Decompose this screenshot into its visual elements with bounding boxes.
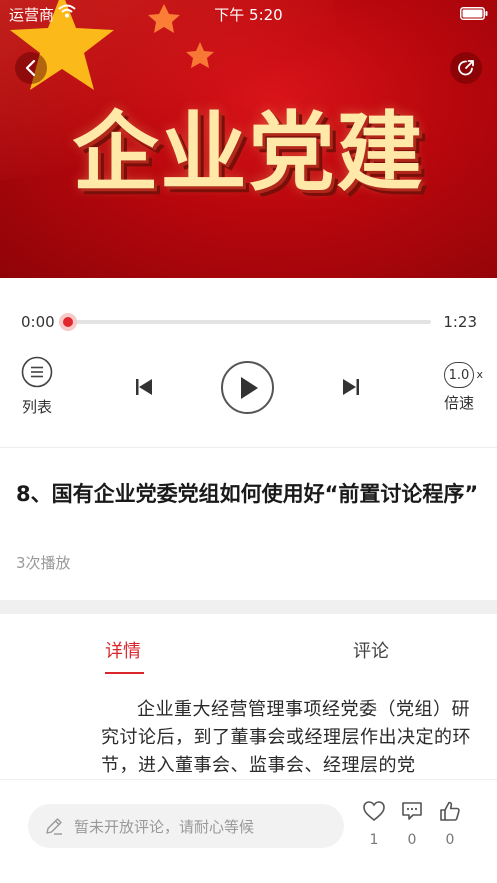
favorite-count: 1: [369, 832, 379, 848]
share-button[interactable]: [450, 52, 482, 84]
banner-title: 企业党建: [72, 103, 425, 203]
thumbs-up-icon: [440, 801, 460, 821]
chevron-left-icon: [25, 59, 36, 77]
play-icon: [240, 376, 258, 399]
comment-input[interactable]: 暂未开放评论，请耐心等候: [28, 804, 344, 848]
list-icon: [21, 356, 53, 388]
total-time: 1:23: [443, 313, 477, 331]
thumbs-up-count: 0: [445, 832, 455, 848]
playlist-button[interactable]: 列表: [19, 356, 55, 417]
play-button[interactable]: [221, 361, 274, 414]
playlist-label: 列表: [21, 398, 52, 416]
tab-comments[interactable]: 评论: [353, 637, 389, 663]
speed-suffix: x: [476, 368, 483, 381]
article-body: 企业重大经营管理事项经党委（党组）研究讨论后，到了董事会或经理层作出决定的环节，…: [101, 699, 471, 776]
next-track-button[interactable]: [340, 376, 362, 402]
speed-label: 倍速: [443, 394, 474, 412]
comment-placeholder: 暂未开放评论，请耐心等候: [74, 817, 255, 836]
progress-slider-track[interactable]: [68, 320, 431, 324]
comment-count: 0: [407, 832, 417, 848]
skip-forward-icon: [343, 379, 359, 395]
tab-details[interactable]: 详情: [105, 637, 141, 663]
favorite-button[interactable]: 1: [359, 800, 389, 848]
clock: 下午 5:20: [214, 6, 283, 24]
divider: [0, 447, 497, 448]
small-star-2: [186, 42, 214, 68]
comment-button[interactable]: 0: [397, 800, 427, 848]
speed-badge: 1.0 x: [444, 362, 483, 388]
section-separator: [0, 600, 497, 614]
previous-track-button[interactable]: [133, 376, 155, 402]
playback-speed-button[interactable]: 1.0 x 倍速: [441, 362, 483, 413]
status-bar: 运营商 下午 5:20: [0, 0, 497, 26]
comment-bubble-icon: [402, 802, 422, 820]
share-icon: [458, 60, 474, 76]
heart-icon: [363, 801, 385, 822]
progress-slider-thumb[interactable]: [59, 313, 77, 331]
pencil-icon: [46, 818, 62, 835]
back-button[interactable]: [15, 52, 47, 84]
current-time: 0:00: [21, 313, 55, 331]
episode-title: 8、国有企业党委党组如何使用好“前置讨论程序”: [16, 482, 479, 506]
bottom-action-bar: 暂未开放评论，请耐心等候 1 0 0: [0, 779, 497, 883]
thumbs-up-button[interactable]: 0: [435, 800, 465, 848]
battery-icon: [460, 6, 488, 24]
cover-banner: 企业党建: [0, 0, 497, 278]
play-count: 3次播放: [16, 554, 71, 572]
speed-value: 1.0: [448, 367, 470, 383]
skip-back-icon: [136, 379, 152, 395]
active-tab-indicator: [105, 672, 144, 674]
